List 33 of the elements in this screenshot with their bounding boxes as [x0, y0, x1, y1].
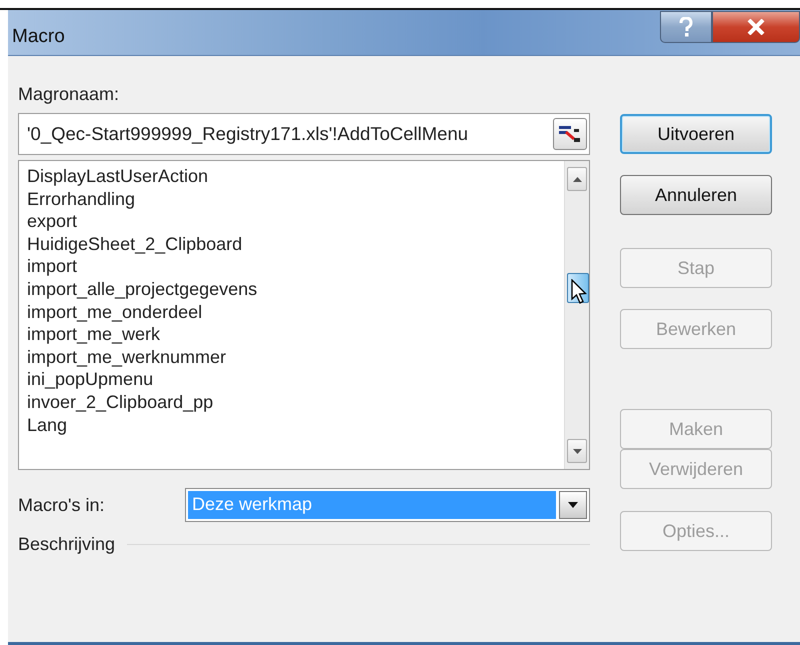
macro-list-item[interactable]: Errorhandling — [27, 188, 564, 210]
help-icon — [679, 17, 693, 37]
scroll-down-button[interactable] — [567, 439, 587, 463]
macro-list-item[interactable]: import_alle_projectgegevens — [27, 278, 564, 301]
close-button[interactable] — [712, 11, 800, 43]
macro-list-item[interactable]: import_me_werk — [27, 323, 564, 346]
dialog-button[interactable]: Uitvoeren — [620, 114, 772, 154]
down-arrow-icon — [572, 448, 582, 454]
macro-list-item[interactable]: ini_popUpmenu — [27, 368, 564, 391]
macro-list-item[interactable]: Lang — [27, 414, 564, 436]
up-arrow-icon — [572, 176, 582, 182]
mouse-cursor-icon — [571, 279, 587, 305]
macro-list-item[interactable]: invoer_2_Clipboard_pp — [27, 390, 564, 414]
macro-name-field[interactable]: '0_Qec-Start999999_Registry171.xls'!AddToCellMenu — [18, 113, 590, 155]
dialog-button[interactable]: Annuleren — [620, 175, 772, 215]
macro-list-item[interactable]: DisplayLastUserAction — [27, 165, 564, 188]
macro-list-item[interactable]: export — [27, 210, 564, 233]
macro-list-item[interactable]: import_me_werknummer — [27, 346, 564, 368]
macros-in-label: Macro's in: — [18, 494, 106, 516]
macro-name-label: Magronaam: — [18, 84, 120, 105]
range-select-icon — [558, 124, 582, 144]
collapse-button[interactable] — [553, 118, 587, 150]
macro-list-item[interactable]: HuidigeSheet_2_Clipboard — [27, 232, 564, 256]
macro-list-item[interactable]: import_me_onderdeel — [27, 300, 564, 324]
window-title: Macro — [12, 26, 65, 48]
caret-icon — [568, 502, 578, 508]
scrollbar[interactable] — [564, 161, 589, 469]
description-label: Beschrijving — [18, 534, 116, 555]
scroll-up-button[interactable] — [567, 167, 587, 191]
macro-list-item[interactable]: import — [27, 255, 564, 278]
dropdown-button[interactable] — [559, 491, 587, 519]
close-icon — [747, 19, 765, 35]
help-button[interactable] — [660, 11, 712, 43]
